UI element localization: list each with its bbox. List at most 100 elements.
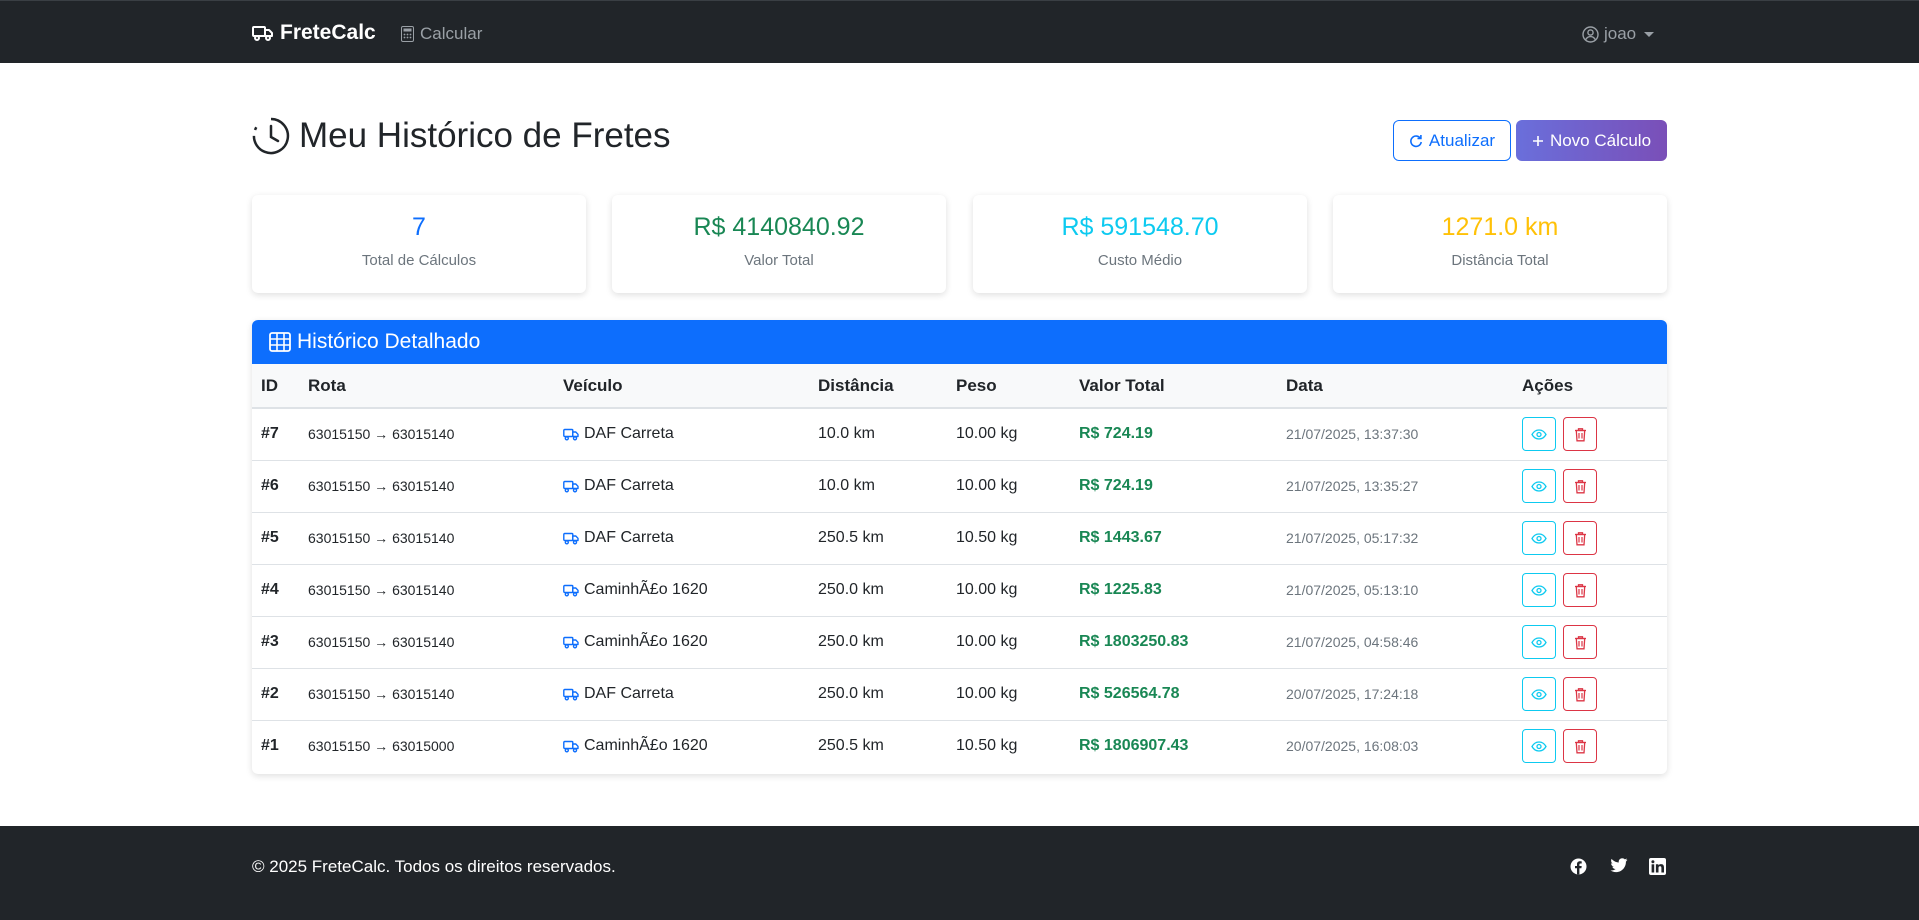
view-button[interactable] bbox=[1522, 677, 1556, 711]
view-button[interactable] bbox=[1522, 729, 1556, 764]
plus-icon bbox=[1532, 135, 1543, 146]
user-name: joao bbox=[1604, 24, 1637, 43]
brand-link[interactable]: FreteCalc bbox=[252, 21, 376, 45]
cell-acoes bbox=[1522, 668, 1667, 721]
table-row: #3 63015150 → 63015140 CaminhÃ£o 1620 250.0… bbox=[252, 616, 1667, 669]
nav-calcular[interactable]: Calcular bbox=[401, 24, 482, 44]
cell-acoes bbox=[1522, 720, 1667, 772]
user-circle-icon bbox=[1582, 25, 1599, 43]
table-row: #7 63015150 → 63015140 DAF Carreta 10.0 km 1… bbox=[252, 408, 1667, 461]
cell-veiculo: DAF Carreta bbox=[563, 408, 818, 461]
refresh-icon bbox=[1410, 134, 1422, 147]
cell-valor-total: R$ 1443.67 bbox=[1079, 512, 1286, 565]
user-dropdown[interactable]: joao bbox=[1582, 24, 1655, 44]
cell-rota: 63015150 → 63015140 bbox=[308, 512, 563, 565]
new-calculation-label: Novo Cálculo bbox=[1549, 130, 1652, 150]
new-calculation-button[interactable]: Novo Cálculo bbox=[1516, 120, 1667, 161]
linkedin-icon[interactable] bbox=[1649, 858, 1666, 875]
stat-card-custo-medio: R$ 591548.70 Custo Médio bbox=[973, 195, 1307, 293]
cell-data: 20/07/2025, 16:08:03 bbox=[1286, 738, 1419, 755]
cell-distancia: 250.0 km bbox=[818, 616, 956, 669]
cell-id: #3 bbox=[252, 616, 308, 669]
vehicle-name: CaminhÃ£o 1620 bbox=[584, 633, 708, 650]
copyright-text: © 2025 FreteCalc. Todos os direitos rese… bbox=[252, 857, 616, 876]
page-title: Meu Histórico de Fretes bbox=[252, 116, 671, 156]
stat-card-distancia-total: 1271.0 km Distância Total bbox=[1333, 195, 1667, 293]
delete-button[interactable] bbox=[1563, 521, 1597, 555]
refresh-button[interactable]: Atualizar bbox=[1393, 120, 1511, 161]
stat-card-total-calculos: 7 Total de Cálculos bbox=[252, 195, 586, 293]
stat-value: 7 bbox=[412, 213, 426, 241]
vehicle-name: DAF Carreta bbox=[584, 685, 674, 702]
view-button[interactable] bbox=[1522, 521, 1556, 555]
twitter-icon[interactable] bbox=[1610, 858, 1628, 873]
cell-veiculo: CaminhÃ£o 1620 bbox=[563, 564, 818, 617]
cell-valor-total: R$ 526564.78 bbox=[1079, 668, 1286, 721]
truck-icon bbox=[252, 26, 273, 41]
cell-id: #2 bbox=[252, 668, 308, 721]
cell-peso: 10.00 kg bbox=[956, 460, 1079, 513]
truck-icon bbox=[563, 532, 579, 545]
page-title-text: Meu Histórico de Fretes bbox=[299, 116, 671, 155]
cell-valor-total: R$ 724.19 bbox=[1079, 460, 1286, 513]
cell-data: 20/07/2025, 17:24:18 bbox=[1286, 668, 1522, 721]
history-title: Histórico Detalhado bbox=[297, 330, 481, 353]
chevron-down-icon bbox=[1644, 31, 1655, 37]
facebook-icon[interactable] bbox=[1570, 858, 1587, 875]
truck-icon bbox=[563, 636, 579, 649]
table-row: #2 63015150 → 63015140 DAF Carreta 250.0 km… bbox=[252, 668, 1667, 721]
column-header-valor-total: Valor Total bbox=[1079, 364, 1286, 409]
trash-icon bbox=[1574, 583, 1586, 597]
column-header-data: Data bbox=[1286, 364, 1522, 409]
eye-icon bbox=[1531, 636, 1547, 648]
cell-id: #5 bbox=[252, 512, 308, 565]
table-icon bbox=[269, 332, 291, 352]
trash-icon bbox=[1574, 427, 1586, 442]
delete-button[interactable] bbox=[1563, 573, 1597, 607]
column-header-id: ID bbox=[252, 364, 308, 409]
cell-rota: 63015150 → 63015140 bbox=[308, 616, 563, 669]
cell-veiculo: CaminhÃ£o 1620 bbox=[563, 616, 818, 669]
vehicle-name: CaminhÃ£o 1620 bbox=[584, 581, 708, 598]
delete-button[interactable] bbox=[1563, 469, 1597, 503]
delete-button[interactable] bbox=[1563, 729, 1597, 764]
cell-rota: 63015150 → 63015000 bbox=[308, 738, 455, 755]
cell-acoes bbox=[1522, 460, 1667, 513]
column-header-peso: Peso bbox=[956, 364, 1079, 409]
cell-veiculo: CaminhÃ£o 1620 bbox=[563, 720, 818, 772]
cell-rota: 63015150 → 63015140 bbox=[308, 460, 563, 513]
delete-button[interactable] bbox=[1563, 417, 1597, 452]
cell-peso: 10.00 kg bbox=[956, 408, 1079, 461]
cell-distancia: 250.5 km bbox=[818, 512, 956, 565]
vehicle-name: DAF Carreta bbox=[584, 529, 674, 546]
cell-peso: 10.00 kg bbox=[956, 668, 1079, 721]
stat-value: R$ 4140840.92 bbox=[693, 213, 865, 241]
eye-icon bbox=[1531, 480, 1547, 492]
delete-button[interactable] bbox=[1563, 625, 1597, 659]
eye-icon bbox=[1531, 741, 1547, 752]
table-row: #1 63015150 → 63015000 CaminhÃ£o 1620 250.5… bbox=[252, 720, 1667, 772]
cell-valor-total: R$ 724.19 bbox=[1079, 408, 1286, 461]
view-button[interactable] bbox=[1522, 573, 1556, 607]
cell-veiculo: DAF Carreta bbox=[563, 512, 818, 565]
clock-history-icon bbox=[252, 117, 290, 155]
history-header: Histórico Detalhado bbox=[252, 320, 1667, 364]
footer: © 2025 FreteCalc. Todos os direitos rese… bbox=[0, 826, 1919, 920]
cell-acoes bbox=[1522, 616, 1667, 669]
trash-icon bbox=[1574, 635, 1586, 649]
cell-valor-total: R$ 1806907.43 bbox=[1079, 737, 1189, 755]
history-table: ID Rota Veículo Distância Peso Valor Tot… bbox=[252, 364, 1667, 772]
cell-acoes bbox=[1522, 512, 1667, 565]
cell-rota: 63015150 → 63015140 bbox=[308, 668, 563, 721]
eye-icon bbox=[1531, 532, 1547, 544]
view-button[interactable] bbox=[1522, 417, 1556, 452]
view-button[interactable] bbox=[1522, 469, 1556, 503]
trash-icon bbox=[1574, 739, 1586, 754]
truck-icon bbox=[563, 428, 579, 441]
cell-data: 21/07/2025, 13:37:30 bbox=[1286, 408, 1522, 461]
cell-id: #4 bbox=[252, 564, 308, 617]
cell-peso: 10.50 kg bbox=[956, 512, 1079, 565]
cell-id: #6 bbox=[252, 460, 308, 513]
delete-button[interactable] bbox=[1563, 677, 1597, 711]
view-button[interactable] bbox=[1522, 625, 1556, 659]
